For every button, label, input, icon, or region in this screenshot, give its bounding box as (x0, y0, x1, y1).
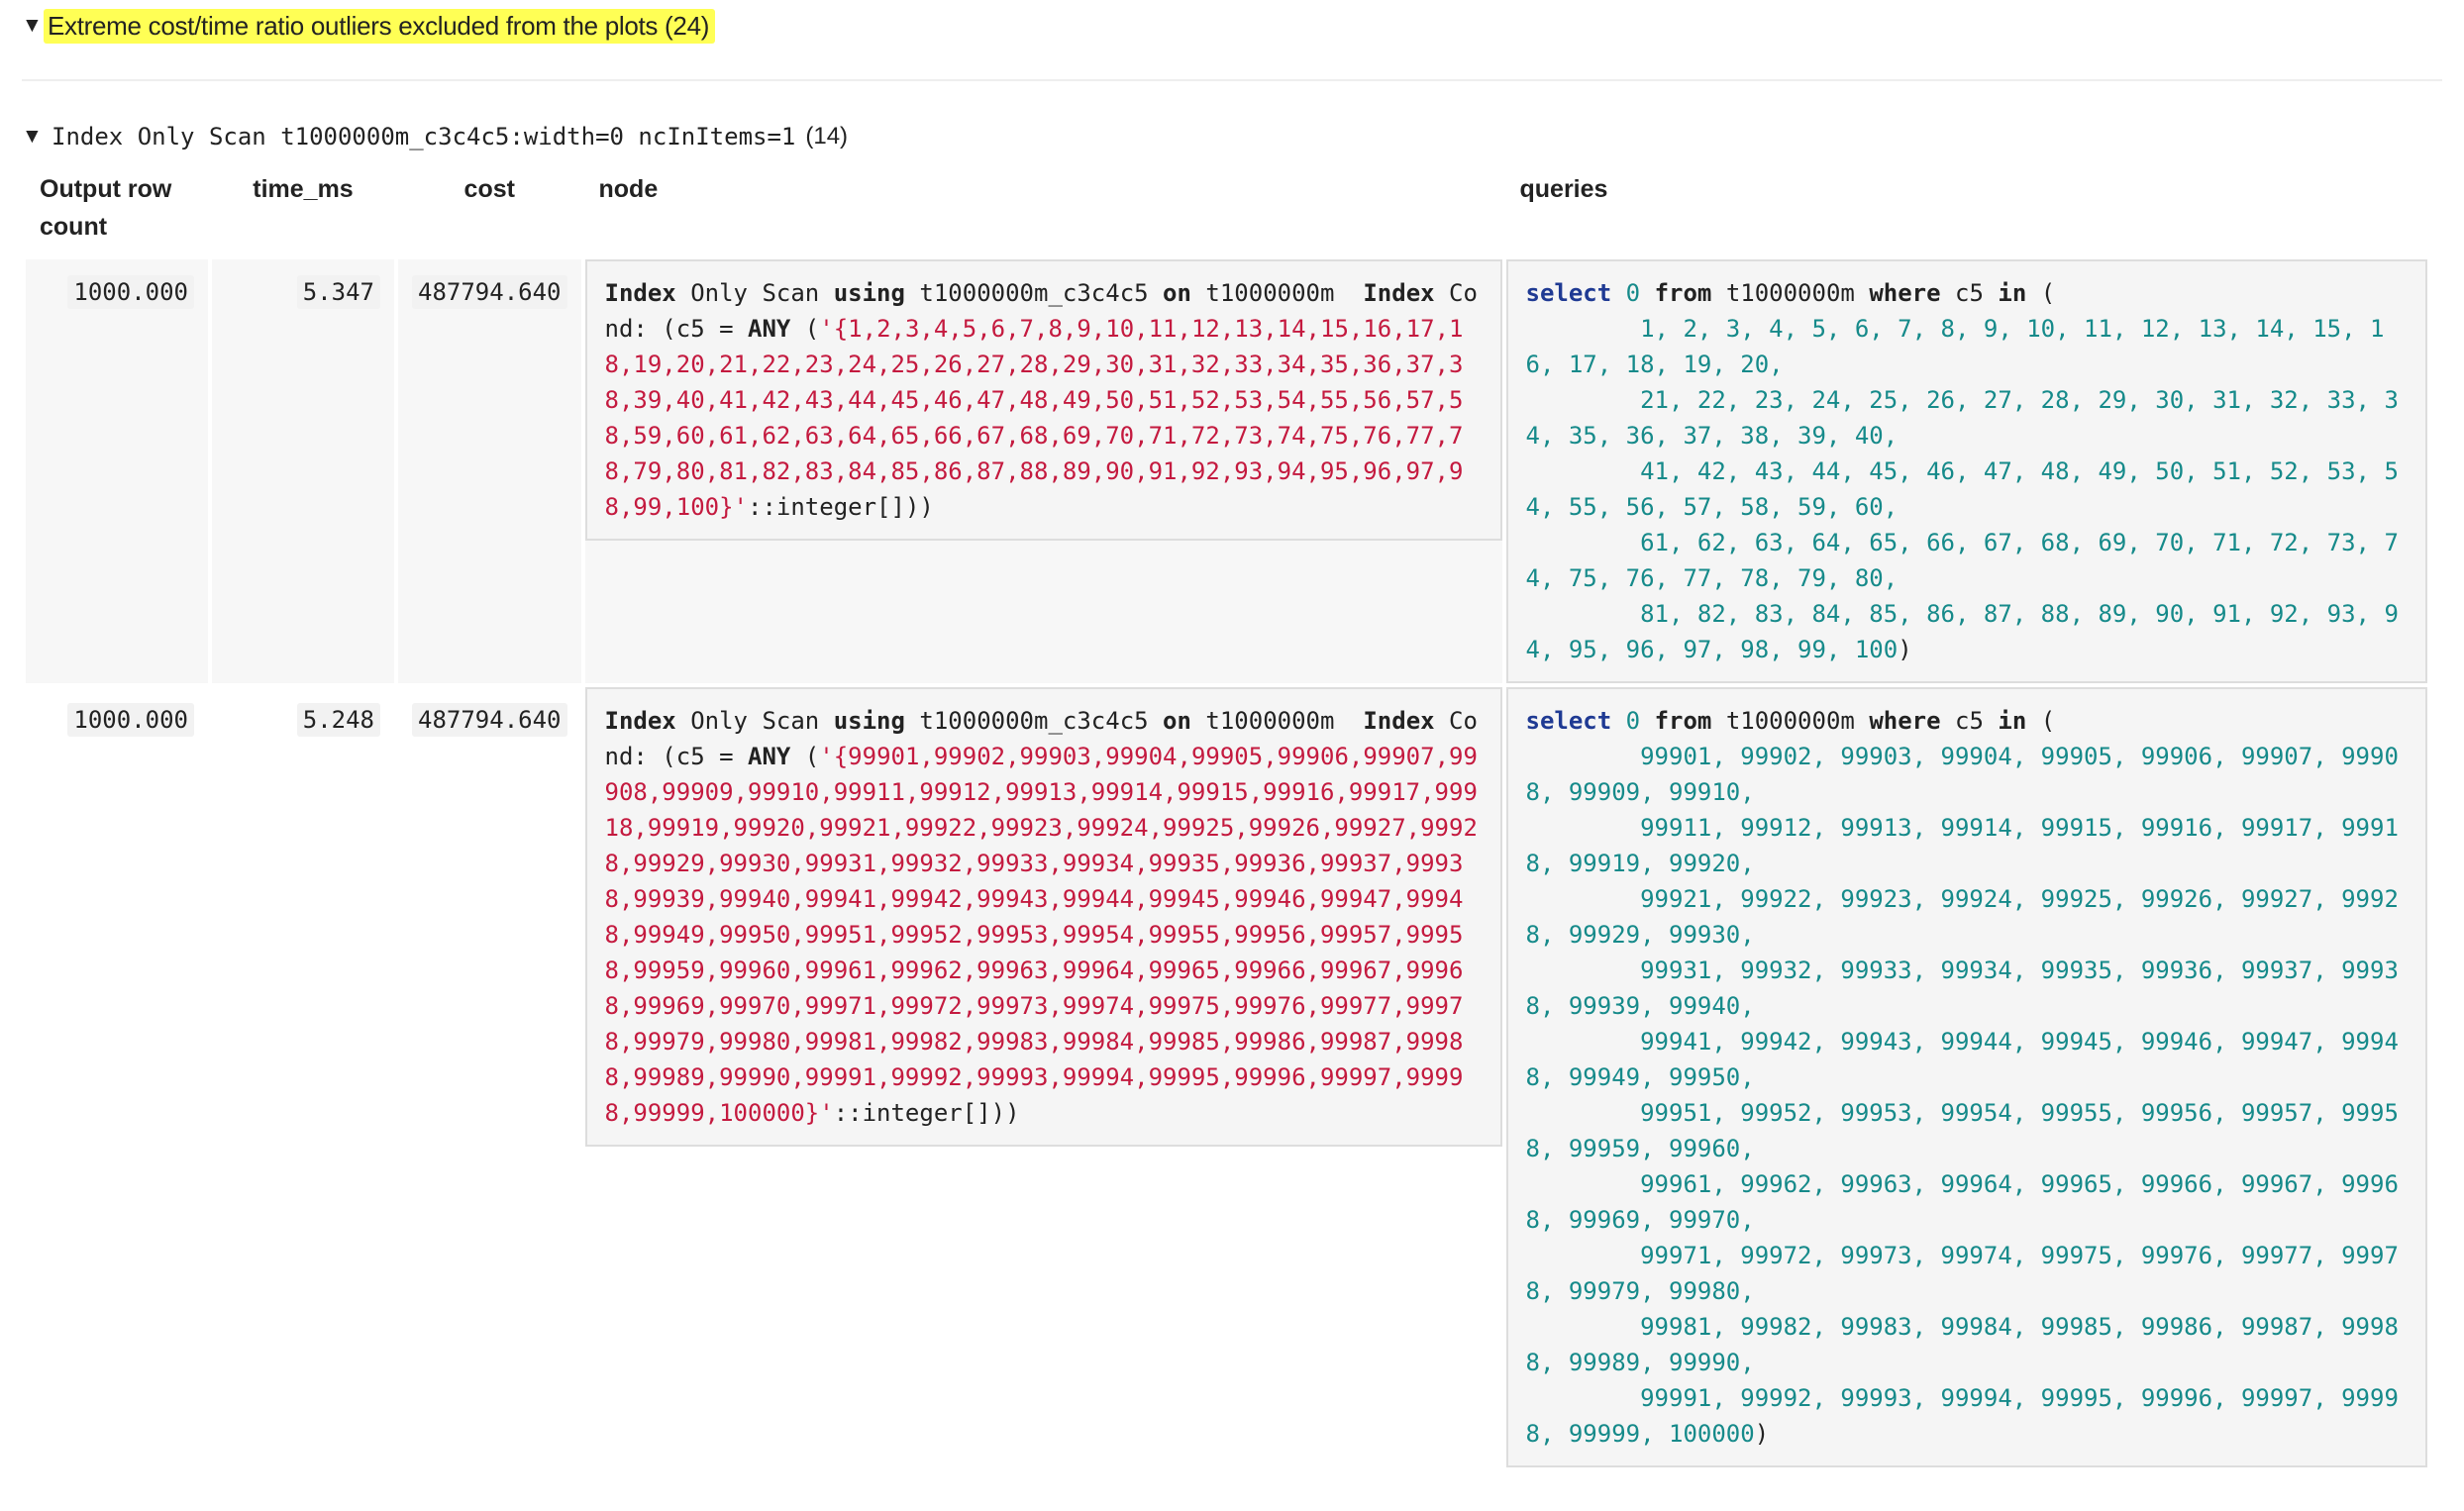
cell-queries: select 0 from t1000000m where c5 in ( 99… (1505, 687, 2427, 1467)
plan-text: t1000000m_c3c4c5 (904, 279, 1164, 307)
output-rows-value: 1000.000 (67, 275, 194, 309)
cell-queries: select 0 from t1000000m where c5 in ( 1,… (1505, 259, 2427, 683)
cell-node: Index Only Scan using t1000000m_c3c4c5 o… (584, 687, 1502, 1467)
array-literal: '{1,2,3,4,5,6,7,8,9,10,11,12,13,14,15,16… (604, 315, 1464, 521)
plan-text: ::integer[])) (748, 493, 934, 521)
kw-select: select (1525, 707, 1612, 735)
kw-using: using (833, 707, 905, 735)
cell-cost: 487794.640 (398, 259, 581, 683)
header-node: node (598, 175, 659, 203)
table-row: 1000.000 5.248 487794.640 Index Only Sca… (26, 687, 2427, 1467)
kw-on: on (1163, 707, 1191, 735)
header-cost: cost (463, 175, 515, 203)
query-table: t1000000m (1725, 279, 1855, 307)
kw-using: using (833, 279, 905, 307)
cost-value: 487794.640 (412, 275, 567, 309)
plan-text: ( (790, 315, 820, 343)
node-plan-code: Index Only Scan using t1000000m_c3c4c5 o… (584, 687, 1502, 1147)
section-divider (22, 79, 2442, 81)
plan-text: t1000000m (1190, 707, 1364, 735)
kw-any: ANY (748, 315, 791, 343)
plan-text: ( (790, 743, 820, 770)
disclosure-triangle-icon[interactable]: ▼ (22, 14, 44, 38)
kw-on: on (1163, 279, 1191, 307)
kw-from: from (1654, 279, 1712, 307)
header-output-row-count: Output row count (40, 175, 172, 241)
kw-select: select (1525, 279, 1612, 307)
table-header-row: Output row count time_ms cost node queri… (26, 166, 2427, 255)
cell-node: Index Only Scan using t1000000m_c3c4c5 o… (584, 259, 1502, 683)
report-container: ▼ Extreme cost/time ratio outliers exclu… (22, 0, 2442, 1467)
disclosure-triangle-icon[interactable]: ▼ (22, 125, 44, 149)
query-code: select 0 from t1000000m where c5 in ( 99… (1505, 687, 2427, 1467)
time-ms-value: 5.248 (296, 703, 380, 737)
group-count: (14) (805, 123, 849, 150)
node-plan-code: Index Only Scan using t1000000m_c3c4c5 o… (584, 259, 1502, 541)
output-rows-value: 1000.000 (67, 703, 194, 737)
time-ms-value: 5.347 (296, 275, 380, 309)
query-values: 99901, 99902, 99903, 99904, 99905, 99906… (1525, 743, 2399, 1448)
kw-index: Index (604, 279, 676, 307)
cell-time-ms: 5.347 (212, 259, 394, 683)
cell-output-rows: 1000.000 (26, 687, 208, 1467)
header-queries: queries (1519, 175, 1608, 203)
kw-index: Index (1363, 707, 1435, 735)
kw-in: in (1998, 707, 2027, 735)
table-row: 1000.000 5.347 487794.640 Index Only Sca… (26, 259, 2427, 683)
outliers-summary[interactable]: ▼ Extreme cost/time ratio outliers exclu… (22, 0, 2442, 51)
plan-text: t1000000m (1190, 279, 1364, 307)
header-time-ms: time_ms (253, 175, 354, 203)
query-table: t1000000m (1725, 707, 1855, 735)
cost-value: 487794.640 (412, 703, 567, 737)
query-code: select 0 from t1000000m where c5 in ( 1,… (1505, 259, 2427, 683)
outliers-label: Extreme cost/time ratio outliers exclude… (44, 8, 716, 44)
kw-index: Index (1363, 279, 1435, 307)
cell-output-rows: 1000.000 (26, 259, 208, 683)
group-summary[interactable]: ▼ Index Only Scan t1000000m_c3c4c5:width… (22, 123, 848, 151)
array-literal: '{99901,99902,99903,99904,99905,99906,99… (604, 743, 1478, 1127)
kw-where: where (1869, 279, 1941, 307)
kw-any: ANY (748, 743, 791, 770)
kw-from: from (1654, 707, 1712, 735)
query-number: 0 (1625, 279, 1641, 307)
plan-text: ::integer[])) (833, 1099, 1020, 1127)
plan-text: Only Scan (675, 279, 834, 307)
group-title: Index Only Scan t1000000m_c3c4c5:width=0… (51, 123, 796, 151)
kw-where: where (1869, 707, 1941, 735)
plan-text: Only Scan (675, 707, 834, 735)
query-number: 0 (1625, 707, 1641, 735)
query-column: c5 (1955, 279, 1984, 307)
query-values: 1, 2, 3, 4, 5, 6, 7, 8, 9, 10, 11, 12, 1… (1525, 315, 2399, 663)
query-column: c5 (1955, 707, 1984, 735)
cell-time-ms: 5.248 (212, 687, 394, 1467)
kw-index: Index (604, 707, 676, 735)
results-table: Output row count time_ms cost node queri… (22, 162, 2431, 1471)
cell-cost: 487794.640 (398, 687, 581, 1467)
kw-in: in (1998, 279, 2027, 307)
plan-text: t1000000m_c3c4c5 (904, 707, 1164, 735)
